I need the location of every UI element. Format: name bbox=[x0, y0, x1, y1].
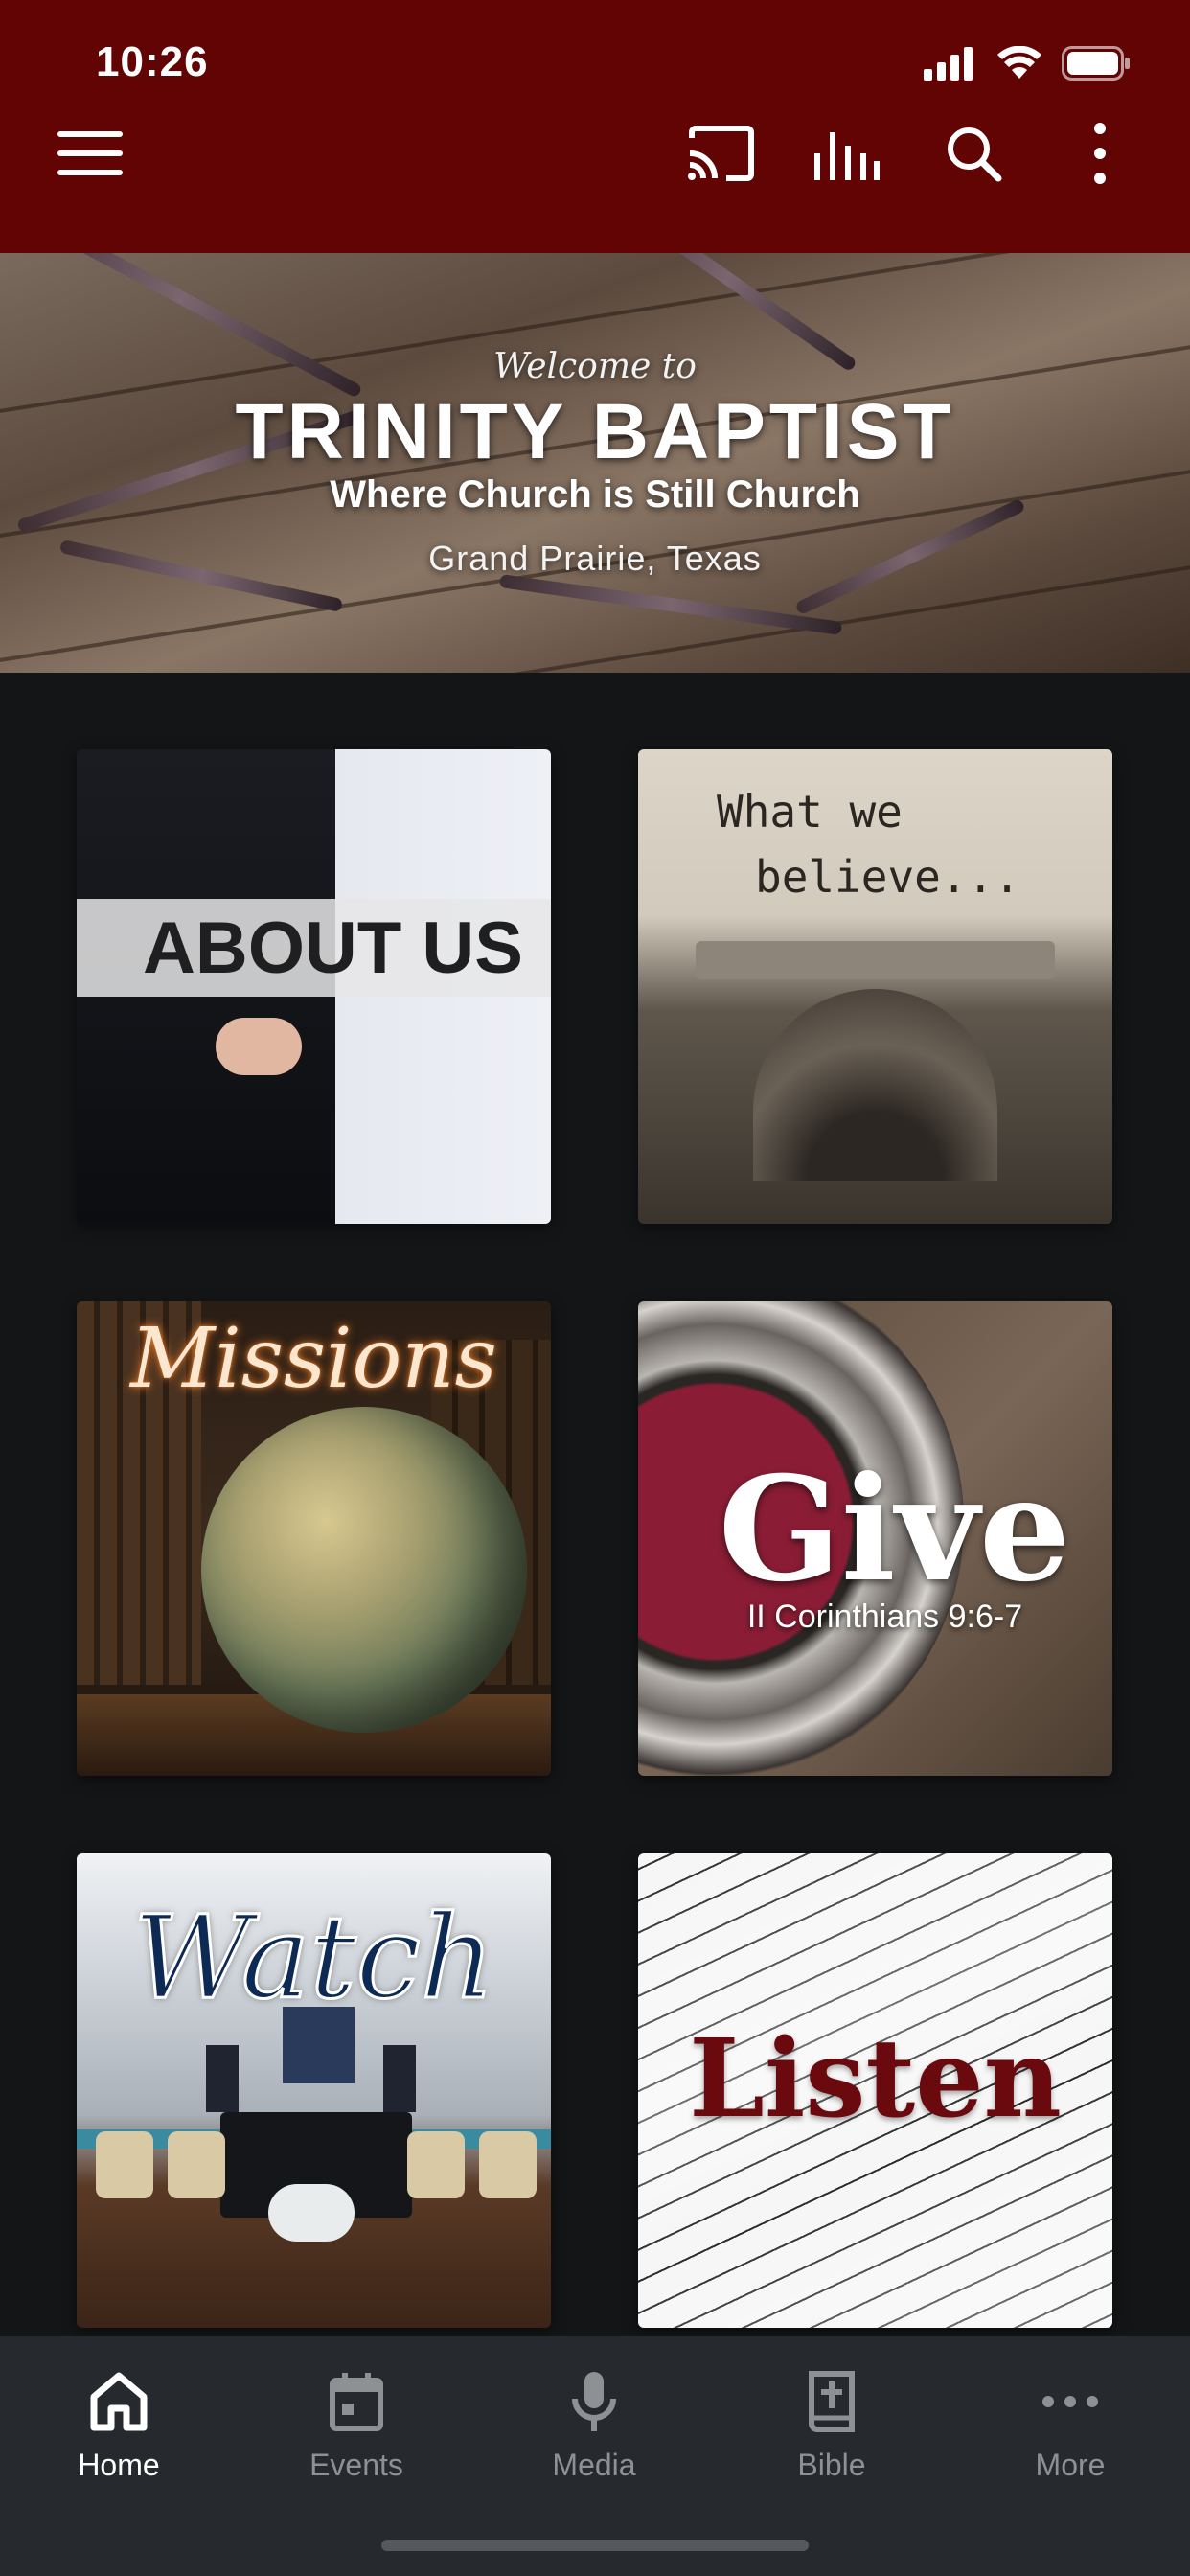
battery-icon bbox=[1062, 46, 1130, 80]
hero-welcome-text: Welcome to bbox=[493, 347, 697, 386]
top-app-bar: 10:26 bbox=[0, 0, 1190, 253]
nav-item-events[interactable]: Events bbox=[238, 2363, 475, 2483]
give-tile[interactable]: Give II Corinthians 9:6-7 bbox=[638, 1301, 1112, 1776]
about-us-tile[interactable]: ABOUT US bbox=[77, 749, 551, 1224]
home-indicator[interactable] bbox=[381, 2540, 809, 2551]
nav-label-media: Media bbox=[552, 2448, 636, 2482]
bible-icon bbox=[809, 2371, 855, 2432]
nav-label-more: More bbox=[1035, 2448, 1106, 2482]
missions-tile[interactable]: Missions bbox=[77, 1301, 551, 1776]
nav-item-home[interactable]: Home bbox=[0, 2363, 238, 2483]
what-we-believe-tile[interactable]: What we believe... bbox=[638, 749, 1112, 1224]
menu-button[interactable] bbox=[52, 115, 128, 192]
search-icon bbox=[948, 127, 1002, 182]
overflow-menu-button[interactable] bbox=[1062, 115, 1138, 192]
watch-label: Watch bbox=[131, 1891, 495, 2027]
equalizer-icon bbox=[814, 132, 880, 180]
status-icons bbox=[924, 46, 1131, 80]
nav-label-bible: Bible bbox=[797, 2448, 866, 2482]
believe-line-2: believe... bbox=[755, 851, 1020, 903]
cellular-signal-icon bbox=[924, 47, 973, 80]
globe-image bbox=[201, 1407, 527, 1733]
watch-tile[interactable]: Watch bbox=[77, 1853, 551, 2328]
listen-label: Listen bbox=[689, 2016, 1062, 2142]
hero-banner: Welcome to TRINITY BAPTIST Where Church … bbox=[0, 253, 1190, 673]
more-dots-icon bbox=[1042, 2396, 1098, 2407]
nav-label-home: Home bbox=[78, 2448, 160, 2482]
nav-item-bible[interactable]: Bible bbox=[713, 2363, 950, 2483]
missions-label: Missions bbox=[130, 1311, 497, 1407]
audio-player-button[interactable] bbox=[808, 115, 884, 192]
wifi-icon bbox=[997, 46, 1041, 79]
church-name-title: TRINITY BAPTIST bbox=[235, 388, 955, 475]
status-time: 10:26 bbox=[96, 38, 209, 85]
more-vertical-icon bbox=[1094, 123, 1106, 184]
listen-tile[interactable]: Listen bbox=[638, 1853, 1112, 2328]
cast-icon bbox=[688, 126, 754, 181]
nav-item-more[interactable]: More bbox=[950, 2363, 1190, 2483]
believe-line-1: What we bbox=[717, 786, 903, 838]
give-label: Give bbox=[718, 1445, 1071, 1614]
give-scripture-reference: II Corinthians 9:6-7 bbox=[746, 1598, 1023, 1635]
church-tagline: Where Church is Still Church bbox=[330, 473, 860, 516]
search-button[interactable] bbox=[935, 115, 1012, 192]
nav-item-media[interactable]: Media bbox=[475, 2363, 713, 2483]
microphone-icon bbox=[572, 2372, 616, 2431]
cast-button[interactable] bbox=[682, 115, 759, 192]
home-icon bbox=[90, 2372, 148, 2431]
calendar-icon bbox=[330, 2373, 383, 2431]
nav-label-events: Events bbox=[309, 2448, 403, 2482]
church-location: Grand Prairie, Texas bbox=[428, 539, 762, 578]
hamburger-menu-icon bbox=[57, 131, 123, 175]
about-us-label: ABOUT US bbox=[143, 908, 523, 989]
